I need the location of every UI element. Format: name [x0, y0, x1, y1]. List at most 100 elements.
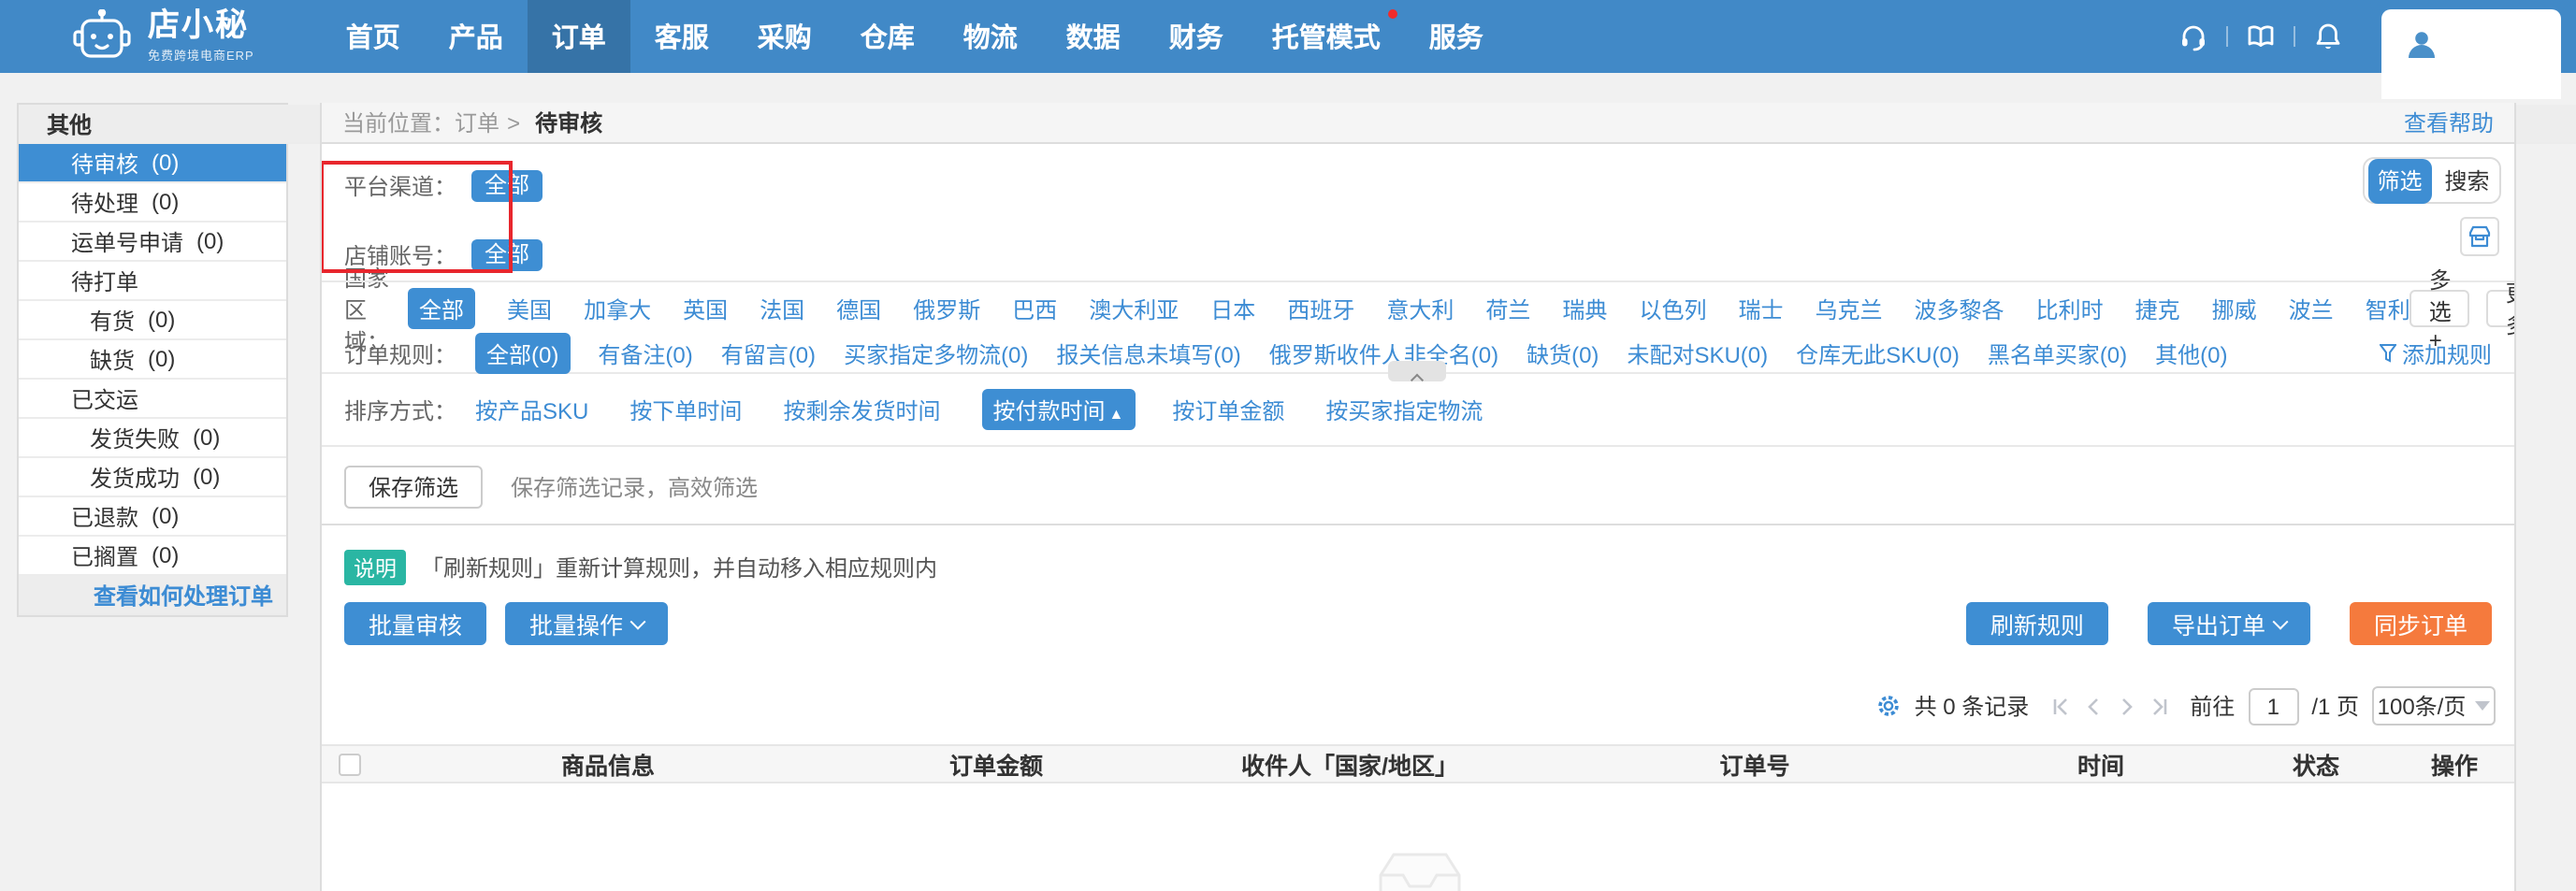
nav-item[interactable]: 订单 [528, 0, 630, 73]
country-option[interactable]: 瑞士 [1738, 293, 1783, 324]
sidebar-item[interactable]: 已交运 [19, 380, 286, 419]
rule-option[interactable]: 有留言(0) [721, 338, 816, 369]
sidebar-item[interactable]: 已搁置 (0) [19, 537, 286, 576]
country-option[interactable]: 西班牙 [1287, 293, 1354, 324]
logo-title: 店小秘 [148, 9, 254, 41]
country-option[interactable]: 瑞典 [1562, 293, 1607, 324]
sidebar-item[interactable]: 待审核 (0) [19, 144, 286, 183]
nav-item[interactable]: 仓库 [836, 0, 939, 73]
batch-actions-button[interactable]: 批量操作 [505, 602, 668, 645]
sort-option[interactable]: 按产品SKU [475, 394, 592, 425]
nav-item[interactable]: 托管模式 [1248, 0, 1405, 73]
nav-item[interactable]: 采购 [733, 0, 836, 73]
add-rule-button[interactable]: 添加规则 [2380, 338, 2492, 369]
sidebar-item[interactable]: 待打单 [19, 262, 286, 301]
sidebar-item[interactable]: 已退款 (0) [19, 497, 286, 537]
view-help-link[interactable]: 查看帮助 [2404, 107, 2494, 138]
sidebar-item[interactable]: 缺货 (0) [19, 340, 286, 380]
sidebar-item[interactable]: 查看如何处理订单 [19, 576, 286, 615]
next-page-icon[interactable] [2117, 697, 2135, 715]
rule-option[interactable]: 报关信息未填写(0) [1056, 338, 1240, 369]
sort-option[interactable]: 按订单金额 [1172, 394, 1288, 425]
collapse-filters-button[interactable] [1388, 361, 1446, 381]
headset-icon[interactable] [2178, 21, 2209, 52]
nav-item[interactable]: 服务 [1405, 0, 1508, 73]
country-option[interactable]: 美国 [507, 293, 552, 324]
rule-option[interactable]: 未配对SKU(0) [1627, 338, 1768, 369]
sort-option[interactable]: 按付款时间▲ [981, 389, 1135, 430]
country-option[interactable]: 巴西 [1012, 293, 1057, 324]
sidebar-item[interactable]: 运单号申请 (0) [19, 223, 286, 262]
first-page-icon[interactable] [2049, 697, 2068, 715]
more-countries-button[interactable]: 更多 [2487, 290, 2516, 327]
country-option[interactable]: 法国 [760, 293, 804, 324]
country-option[interactable]: 英国 [683, 293, 728, 324]
rule-option[interactable]: 全部(0) [475, 333, 570, 374]
rule-option[interactable]: 黑名单买家(0) [1988, 338, 2127, 369]
nav-item[interactable]: 数据 [1042, 0, 1145, 73]
last-page-icon[interactable] [2150, 697, 2169, 715]
rule-option[interactable]: 仓库无此SKU(0) [1796, 338, 1960, 369]
sidebar-item[interactable]: 发货失败 (0) [19, 419, 286, 458]
nav-item[interactable]: 物流 [939, 0, 1042, 73]
multi-select-button[interactable]: 多选 + [2410, 290, 2470, 327]
prev-page-icon[interactable] [2083, 697, 2102, 715]
export-orders-button[interactable]: 导出订单 [2148, 602, 2310, 645]
toggle-search[interactable]: 搜索 [2435, 165, 2499, 196]
platform-channel-chip[interactable]: 全部 [471, 169, 543, 201]
sort-option[interactable]: 按下单时间 [630, 394, 745, 425]
country-option[interactable]: 澳大利亚 [1089, 293, 1179, 324]
save-filter-button[interactable]: 保存筛选 [344, 465, 483, 508]
rule-option[interactable]: 缺货(0) [1527, 338, 1599, 369]
rule-option[interactable]: 有备注(0) [598, 338, 692, 369]
user-menu[interactable] [2381, 9, 2561, 99]
col-time: 时间 [1964, 746, 2237, 782]
refresh-rules-button[interactable]: 刷新规则 [1966, 602, 2108, 645]
country-option[interactable]: 智利 [2366, 293, 2410, 324]
country-option[interactable]: 挪威 [2212, 293, 2257, 324]
sidebar-item[interactable]: 发货成功 (0) [19, 458, 286, 497]
caret-down-icon [2475, 701, 2490, 711]
app-logo[interactable]: 店小秘 免费跨境电商ERP [0, 8, 254, 65]
col-recipient-country: 收件人「国家/地区」 [1154, 746, 1545, 782]
country-option[interactable]: 以色列 [1639, 293, 1706, 324]
country-option[interactable]: 意大利 [1386, 293, 1454, 324]
rule-option[interactable]: 俄罗斯收件人非全名(0) [1269, 338, 1498, 369]
breadcrumb-parent[interactable]: 订单 [455, 107, 499, 138]
sidebar-item-count: (0) [193, 464, 220, 490]
country-option[interactable]: 日本 [1210, 293, 1255, 324]
sidebar-item-count: (0) [148, 307, 175, 333]
page-number-input[interactable] [2248, 687, 2298, 725]
toggle-filter[interactable]: 筛选 [2367, 158, 2432, 203]
country-option[interactable]: 全部 [408, 288, 475, 329]
sort-option[interactable]: 按买家指定物流 [1325, 394, 1486, 425]
per-page-select[interactable]: 100条/页 [2372, 686, 2496, 726]
nav-item[interactable]: 首页 [322, 0, 425, 73]
nav-item[interactable]: 财务 [1145, 0, 1248, 73]
nav-item[interactable]: 客服 [630, 0, 733, 73]
gear-icon[interactable] [1877, 694, 1902, 718]
sidebar-item[interactable]: 待处理 (0) [19, 183, 286, 223]
nav-item[interactable]: 产品 [425, 0, 528, 73]
country-option[interactable]: 波兰 [2289, 293, 2334, 324]
country-option[interactable]: 加拿大 [584, 293, 651, 324]
country-option[interactable]: 乌克兰 [1816, 293, 1883, 324]
book-icon[interactable] [2245, 21, 2277, 52]
rule-option[interactable]: 买家指定多物流(0) [844, 338, 1028, 369]
sync-orders-button[interactable]: 同步订单 [2350, 602, 2492, 645]
inbox-icon [1373, 851, 1467, 891]
bell-icon[interactable] [2312, 21, 2344, 52]
shop-account-chip[interactable]: 全部 [471, 238, 543, 270]
country-option[interactable]: 俄罗斯 [913, 293, 980, 324]
country-option[interactable]: 德国 [836, 293, 881, 324]
country-option[interactable]: 波多黎各 [1915, 293, 2004, 324]
country-option[interactable]: 荷兰 [1485, 293, 1530, 324]
store-view-button[interactable] [2460, 217, 2499, 256]
country-option[interactable]: 捷克 [2135, 293, 2180, 324]
country-option[interactable]: 比利时 [2036, 293, 2104, 324]
sidebar-item[interactable]: 有货 (0) [19, 301, 286, 340]
sort-option[interactable]: 按剩余发货时间 [783, 394, 944, 425]
batch-review-button[interactable]: 批量审核 [344, 602, 486, 645]
select-all-checkbox[interactable] [339, 753, 361, 775]
rule-option[interactable]: 其他(0) [2155, 338, 2227, 369]
